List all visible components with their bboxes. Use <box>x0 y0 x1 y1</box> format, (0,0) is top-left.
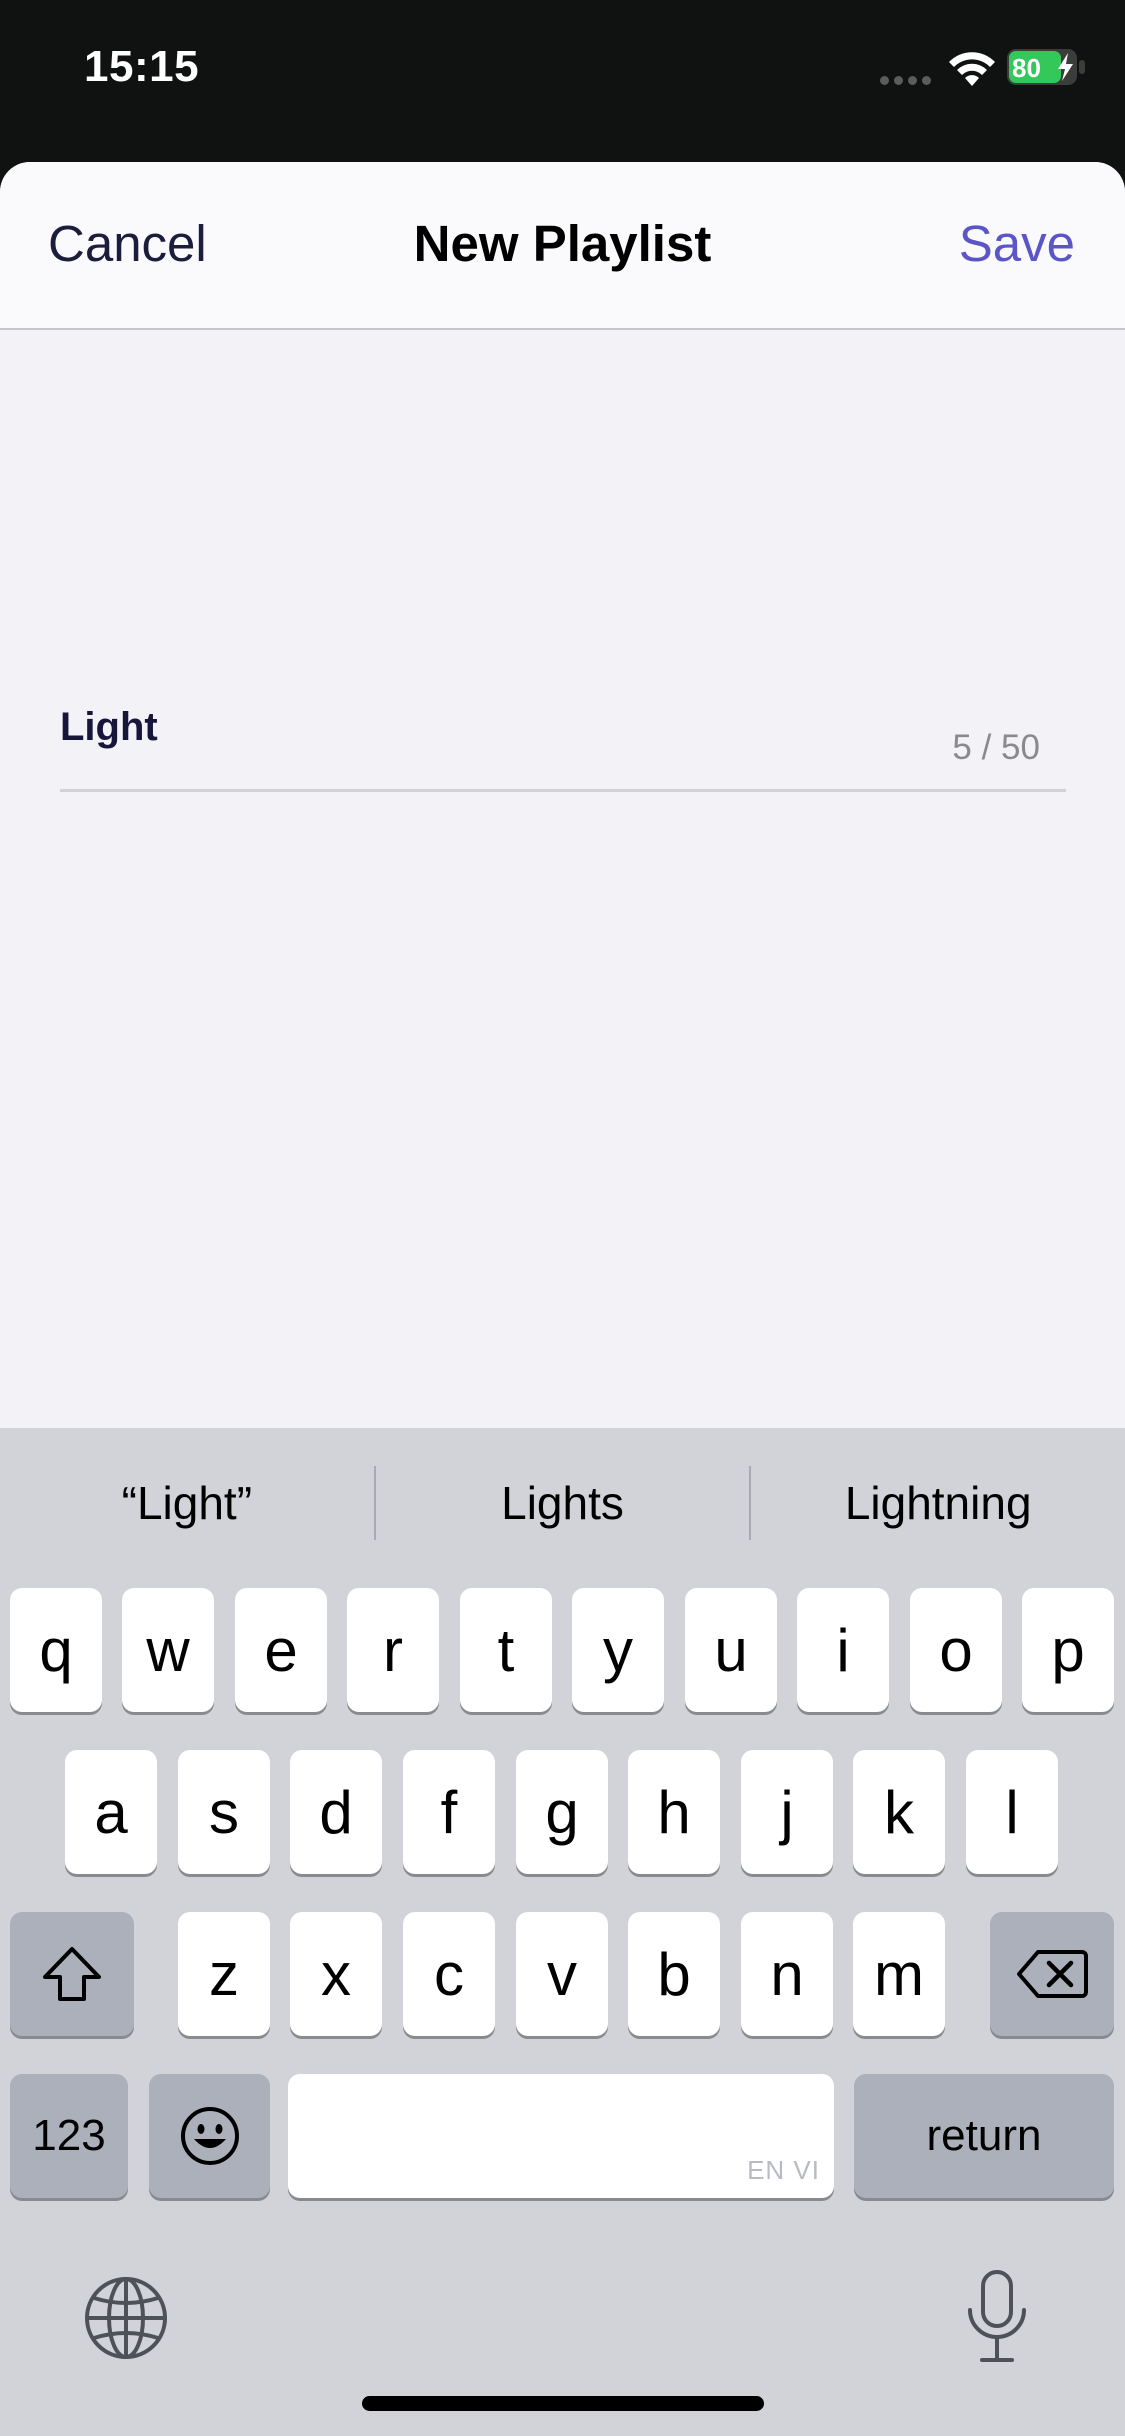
key-f[interactable]: f <box>403 1750 495 1874</box>
home-indicator <box>362 2396 764 2411</box>
wifi-icon <box>949 52 995 86</box>
suggestion-item[interactable]: “Light” <box>0 1466 374 1540</box>
space-language-label: EN VI <box>747 2155 820 2185</box>
playlist-name-field[interactable]: 5 / 50 <box>60 682 1066 792</box>
emoji-key[interactable] <box>149 2074 270 2198</box>
key-y[interactable]: y <box>572 1588 664 1712</box>
key-d[interactable]: d <box>290 1750 382 1874</box>
key-a[interactable]: a <box>65 1750 157 1874</box>
cancel-button[interactable]: Cancel <box>48 214 207 273</box>
shift-key[interactable] <box>10 1912 134 2036</box>
shift-icon <box>43 1947 101 2001</box>
key-z[interactable]: z <box>178 1912 270 2036</box>
status-time: 15:15 <box>84 42 200 91</box>
save-button[interactable]: Save <box>959 214 1075 273</box>
key-k[interactable]: k <box>853 1750 945 1874</box>
key-s[interactable]: s <box>178 1750 270 1874</box>
key-b[interactable]: b <box>628 1912 720 2036</box>
character-counter: 5 / 50 <box>952 728 1040 767</box>
key-u[interactable]: u <box>685 1588 777 1712</box>
emoji-icon <box>180 2107 239 2165</box>
key-n[interactable]: n <box>741 1912 833 2036</box>
suggestion-item[interactable]: Lights <box>376 1466 750 1540</box>
keyboard: “Light” Lights Lightning q w e r t y u i… <box>0 1428 1125 2436</box>
suggestion-item[interactable]: Lightning <box>751 1466 1125 1540</box>
battery-charging-icon: 80 <box>1007 49 1085 85</box>
key-w[interactable]: w <box>122 1588 214 1712</box>
numbers-key[interactable]: 123 <box>10 2074 128 2198</box>
key-x[interactable]: x <box>290 1912 382 2036</box>
playlist-name-input[interactable] <box>60 682 880 772</box>
signal-dots-icon <box>880 76 934 86</box>
battery-level: 80 <box>1012 53 1041 83</box>
key-r[interactable]: r <box>347 1588 439 1712</box>
space-key[interactable]: EN VI <box>288 2074 834 2198</box>
globe-icon[interactable] <box>82 2274 170 2362</box>
backspace-icon <box>1017 1950 1088 1998</box>
backspace-key[interactable] <box>990 1912 1114 2036</box>
suggestion-bar: “Light” Lights Lightning <box>0 1428 1125 1578</box>
key-e[interactable]: e <box>235 1588 327 1712</box>
key-p[interactable]: p <box>1022 1588 1114 1712</box>
key-c[interactable]: c <box>403 1912 495 2036</box>
key-v[interactable]: v <box>516 1912 608 2036</box>
key-t[interactable]: t <box>460 1588 552 1712</box>
key-l[interactable]: l <box>966 1750 1058 1874</box>
navigation-bar: Cancel New Playlist Save <box>0 162 1125 330</box>
key-q[interactable]: q <box>10 1588 102 1712</box>
return-key[interactable]: return <box>854 2074 1114 2198</box>
key-o[interactable]: o <box>910 1588 1002 1712</box>
microphone-icon[interactable] <box>962 2268 1032 2368</box>
key-i[interactable]: i <box>797 1588 889 1712</box>
status-bar: 15:15 80 <box>0 0 1125 150</box>
key-m[interactable]: m <box>853 1912 945 2036</box>
key-h[interactable]: h <box>628 1750 720 1874</box>
key-g[interactable]: g <box>516 1750 608 1874</box>
key-j[interactable]: j <box>741 1750 833 1874</box>
